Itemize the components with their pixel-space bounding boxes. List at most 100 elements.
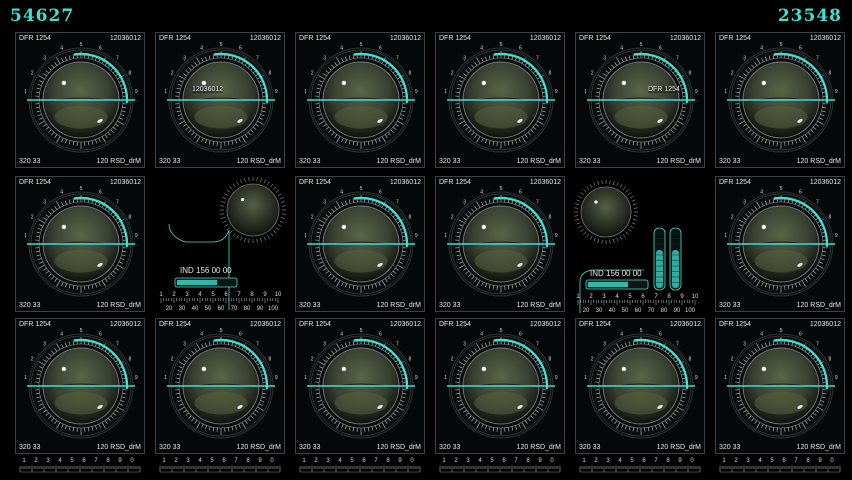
monitor-panel: 1 2 3 4 5 6 7 8 9 DFR 1254 12036012 320 33 120 RSD_d…	[15, 318, 145, 454]
dial-scale-label: 4	[60, 331, 63, 337]
ruler-label: 8	[386, 458, 390, 464]
ruler-label: 6	[222, 458, 226, 464]
ruler-label: 2	[174, 458, 178, 464]
dial-scale-label: 8	[548, 71, 551, 77]
dial-scale-label: 9	[555, 233, 558, 239]
panel-label-top-left: DFR 1254	[439, 179, 471, 186]
dial-scale-label: 8	[408, 215, 411, 221]
dial-gauge: 1 2 3 4 5 6 7 8 9	[724, 186, 838, 297]
panel-label-top-right: 12036012	[249, 321, 281, 328]
panel-label-top-right: 12036012	[389, 321, 421, 328]
panel-label-bottom-right: 120 RSD_drM	[516, 302, 561, 309]
dial-scale-label: 3	[743, 341, 746, 347]
ruler-label: 5	[630, 458, 634, 464]
ruler-label: 9	[398, 458, 402, 464]
overlay-label-cell-0-1: 12036012	[192, 86, 224, 93]
aux-a-ind-label: IND 156 00 00	[180, 266, 232, 275]
ruler-label: 6	[782, 458, 786, 464]
panel-label-bottom-right: 120 RSD_drM	[516, 444, 561, 451]
dial-scale-label: 3	[43, 199, 46, 205]
dial-scale-label: 5	[780, 186, 783, 192]
dial-scale-label: 7	[396, 55, 399, 61]
counter-right: 23548	[777, 6, 842, 26]
panel-label-bottom-left: 320 33	[439, 158, 461, 165]
panel-label-bottom-right: 120 RSD_drM	[96, 158, 141, 165]
monitor-panel: 1 2 3 4 5 6 7 8 9 DFR 1254 12036012 320 33 120 RSD_d…	[435, 32, 565, 168]
panel-label-top-right: 12036012	[109, 179, 141, 186]
dial-scale-label: 2	[311, 215, 314, 221]
dial-scale-label: 7	[816, 341, 819, 347]
dial-scale-label: 8	[408, 71, 411, 77]
dial-highlight	[341, 366, 347, 372]
dial-scale-label: 3	[323, 55, 326, 61]
dial-scale-label: 1	[444, 89, 447, 95]
ruler-label: 4	[58, 458, 62, 464]
ruler-label: 2	[454, 458, 458, 464]
panel-label-bottom-left: 320 33	[719, 444, 741, 451]
dial-highlight	[61, 366, 67, 372]
ruler-label: 7	[94, 458, 98, 464]
panel-label-top-left: DFR 1254	[719, 321, 751, 328]
aux-a-scale-top-label: 2	[172, 292, 176, 298]
dial-scale-label: 9	[835, 375, 838, 381]
dial-scale-label: 6	[519, 331, 522, 337]
dial-scale-label: 7	[256, 55, 259, 61]
dial-highlight	[481, 80, 487, 86]
dial-scale-label: 2	[171, 357, 174, 363]
panel-label-bottom-left: 320 33	[579, 158, 601, 165]
dial-scale-label: 2	[731, 71, 734, 77]
dial-scale-label: 4	[200, 45, 203, 51]
aux-a-scale-bottom-label: 60	[218, 306, 225, 310]
monitor-panel: 1 2 3 4 5 6 7 8 9 DFR 1254 12036012 320 33 120 RSD_d…	[295, 318, 425, 454]
panel-label-bottom-right: 120 RSD_drM	[796, 158, 841, 165]
dial-scale-label: 7	[536, 341, 539, 347]
panel-label-top-left: DFR 1254	[719, 35, 751, 42]
dial-scale-label: 3	[743, 55, 746, 61]
ruler-label: 4	[478, 458, 482, 464]
dial-scale-label: 8	[688, 357, 691, 363]
panel-label-top-left: DFR 1254	[159, 35, 191, 42]
ruler-label: 5	[210, 458, 214, 464]
ruler: 1 2 3 4 5 6 7 8 9 0	[298, 456, 424, 478]
aux-b-scale-bottom-label: 50	[622, 308, 629, 313]
dial-scale-label: 3	[743, 199, 746, 205]
dial-scale-label: 5	[780, 42, 783, 48]
dial-scale-label: 4	[620, 45, 623, 51]
panel-label-top-right: 12036012	[249, 35, 281, 42]
ruler-label: 0	[550, 458, 554, 464]
aux-b-scale-bottom-label: 20	[583, 308, 590, 313]
ruler-label: 1	[582, 458, 586, 464]
dial-scale-label: 1	[304, 89, 307, 95]
dial-scale-label: 6	[239, 331, 242, 337]
aux-a-scale-top-label: 4	[198, 292, 202, 298]
dial-scale-label: 6	[519, 45, 522, 51]
dial-scale-label: 4	[480, 45, 483, 51]
monitor-panel: 1 2 3 4 5 6 7 8 9 DFR 1254 12036012 320 33 120 RSD_d…	[295, 32, 425, 168]
ruler-label: 0	[130, 458, 134, 464]
panel-label-bottom-right: 120 RSD_drM	[516, 158, 561, 165]
ruler-label: 1	[442, 458, 446, 464]
aux-a-scale-bottom-label: 50	[205, 306, 212, 310]
dial-highlight	[341, 224, 347, 230]
ruler-label: 7	[654, 458, 658, 464]
dial-scale-label: 7	[396, 341, 399, 347]
aux-a-scale-bottom-label: 70	[231, 306, 238, 310]
dial-scale-label: 5	[500, 328, 503, 334]
dial-scale-label: 4	[60, 189, 63, 195]
dial-scale-label: 1	[444, 233, 447, 239]
aux-b-scale-top-label: 5	[628, 294, 632, 300]
ruler-label: 3	[326, 458, 330, 464]
ruler-label: 4	[338, 458, 342, 464]
panel-label-top-right: 12036012	[389, 35, 421, 42]
aux-a-scale-top-label: 1	[159, 292, 163, 298]
dial-scale-label: 8	[268, 71, 271, 77]
panel-label-bottom-left: 320 33	[159, 158, 181, 165]
panel-label-bottom-right: 120 RSD_drM	[376, 302, 421, 309]
dial-scale-label: 8	[408, 357, 411, 363]
monitor-panel: 1 2 3 4 5 6 7 8 9 DFR 1254 12036012 320 33 120 RSD_d…	[575, 32, 705, 168]
aux-b-scale-bottom-label: 100	[685, 308, 696, 313]
panel-label-bottom-right: 120 RSD_drM	[376, 444, 421, 451]
dial-scale-label: 1	[304, 375, 307, 381]
dial-scale-label: 9	[135, 375, 138, 381]
dial-gauge: 1 2 3 4 5 6 7 8 9	[24, 328, 138, 439]
